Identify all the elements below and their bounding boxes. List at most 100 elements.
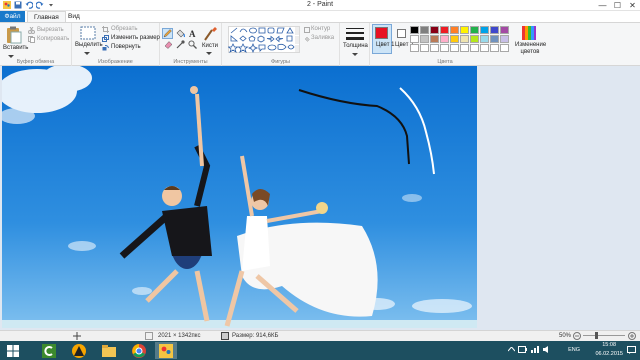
tray-volume-icon[interactable] [543,346,552,355]
tab-home[interactable]: Главная [27,11,66,22]
select-dropdown-icon[interactable] [84,51,90,58]
palette-swatch[interactable] [420,26,429,34]
zoom-slider-thumb[interactable] [595,332,598,339]
palette-swatch[interactable] [430,44,439,52]
image-group: Выделить Обрезать Изменить размер Поверн… [72,23,160,66]
ribbon-tabs: Файл Главная Вид [0,11,640,22]
taskbar-app-aimp-icon[interactable] [68,342,90,359]
taskbar-app-paint-icon[interactable] [155,342,177,359]
tray-notifications-icon[interactable] [627,346,636,356]
maximize-button[interactable]: ☐ [610,0,625,10]
taskbar-app-chrome-icon[interactable] [128,342,150,359]
palette-swatch[interactable] [470,44,479,52]
size-dropdown-icon[interactable] [352,52,358,59]
rotate-icon [102,44,109,53]
palette-swatch[interactable] [410,44,419,52]
resize-button[interactable]: Изменить размер [111,35,160,41]
paste-button[interactable]: Вставить [3,45,28,51]
fill-icon [304,36,310,44]
palette-swatch[interactable] [410,35,419,43]
taskbar: ENG 15:08 06.02.2015 [0,341,640,360]
fill-tool-icon[interactable] [176,29,186,40]
palette-swatch[interactable] [420,35,429,43]
ribbon: Вставить Вырезать Копировать Буфер обмен… [0,22,640,66]
palette-swatch[interactable] [440,35,449,43]
palette-swatch[interactable] [480,44,489,52]
palette-swatch[interactable] [490,35,499,43]
window-title: 2 - Paint [306,1,334,8]
palette-swatch[interactable] [450,26,459,34]
palette-swatch[interactable] [470,35,479,43]
copy-button[interactable]: Копировать [37,36,69,42]
file-size: Размер: 914,6КБ [232,333,279,339]
tray-battery-icon[interactable] [518,346,527,355]
palette-swatch[interactable] [440,26,449,34]
clipboard-group: Вставить Вырезать Копировать Буфер обмен… [0,23,72,66]
palette-swatch[interactable] [450,35,459,43]
shapes-gallery[interactable] [227,26,300,55]
tray-up-arrow-icon[interactable] [507,346,516,354]
color-picker-tool-icon[interactable] [176,40,185,51]
select-icon[interactable] [80,26,96,42]
palette-swatch[interactable] [430,35,439,43]
edit-colors-button[interactable]: Изменение цветов [515,42,546,56]
start-button[interactable] [2,342,24,359]
palette-swatch[interactable] [490,44,499,52]
line-size-icon[interactable] [346,27,364,43]
palette-swatch[interactable] [500,35,509,43]
rotate-button[interactable]: Повернуть [111,44,141,50]
fill-button[interactable]: Заливка [311,35,334,41]
cut-button[interactable]: Вырезать [37,27,64,33]
palette-swatch[interactable] [420,44,429,52]
outline-icon [304,27,310,35]
edit-colors-icon[interactable] [522,26,536,42]
color1-label: Цвет 1 [376,42,395,48]
eraser-tool-icon[interactable] [164,40,173,51]
paste-icon[interactable] [6,26,22,46]
magnifier-tool-icon[interactable] [188,40,197,51]
tools-group-label: Инструменты [173,59,208,65]
palette-swatch[interactable] [470,26,479,34]
palette-swatch[interactable] [460,35,469,43]
tray-network-icon[interactable] [531,346,540,355]
text-tool-icon[interactable]: A [188,29,197,40]
palette-swatch[interactable] [450,44,459,52]
palette-swatch[interactable] [430,26,439,34]
tab-view[interactable]: Вид [62,11,86,22]
clipboard-group-label: Буфер обмена [16,59,55,65]
svg-text:A: A [189,29,196,38]
crop-button[interactable]: Обрезать [111,26,137,32]
shapes-group-label: Фигуры [271,59,290,65]
palette-swatch[interactable] [480,26,489,34]
close-button[interactable]: ✕ [625,0,640,10]
colors-group-label: Цвета [437,59,453,65]
tray-time[interactable]: 15:08 [602,342,616,348]
color2-swatch[interactable] [397,29,406,38]
zoom-slider[interactable] [583,335,625,336]
brushes-icon[interactable] [202,26,218,43]
size-button[interactable]: Толщина [343,43,368,49]
palette-swatch[interactable] [460,26,469,34]
taskbar-app-explorer-icon[interactable] [98,342,120,359]
palette-swatch[interactable] [480,35,489,43]
brushes-button[interactable]: Кисти [202,43,218,49]
palette-swatch[interactable] [410,26,419,34]
color1-swatch [375,27,388,39]
pencil-tool[interactable] [162,28,173,39]
palette-swatch[interactable] [500,26,509,34]
tab-file[interactable]: Файл [0,11,25,22]
palette-swatch[interactable] [440,44,449,52]
select-button[interactable]: Выделить [75,42,103,48]
colors-group: Цвет 1 Цвет 2 Изменение цветов Цвета [370,23,550,66]
brushes-dropdown-icon[interactable] [206,51,212,58]
tray-date[interactable]: 06.02.2015 [595,351,623,357]
taskbar-app-camtasia-icon[interactable] [38,342,60,359]
palette-swatch[interactable] [490,26,499,34]
drawing-canvas[interactable] [2,66,477,328]
palette-swatch[interactable] [500,44,509,52]
tray-language[interactable]: ENG [568,347,580,353]
outline-button[interactable]: Контур [311,26,330,32]
palette-swatch[interactable] [460,44,469,52]
minimize-button[interactable]: — [595,0,610,10]
resize-icon [102,35,109,44]
